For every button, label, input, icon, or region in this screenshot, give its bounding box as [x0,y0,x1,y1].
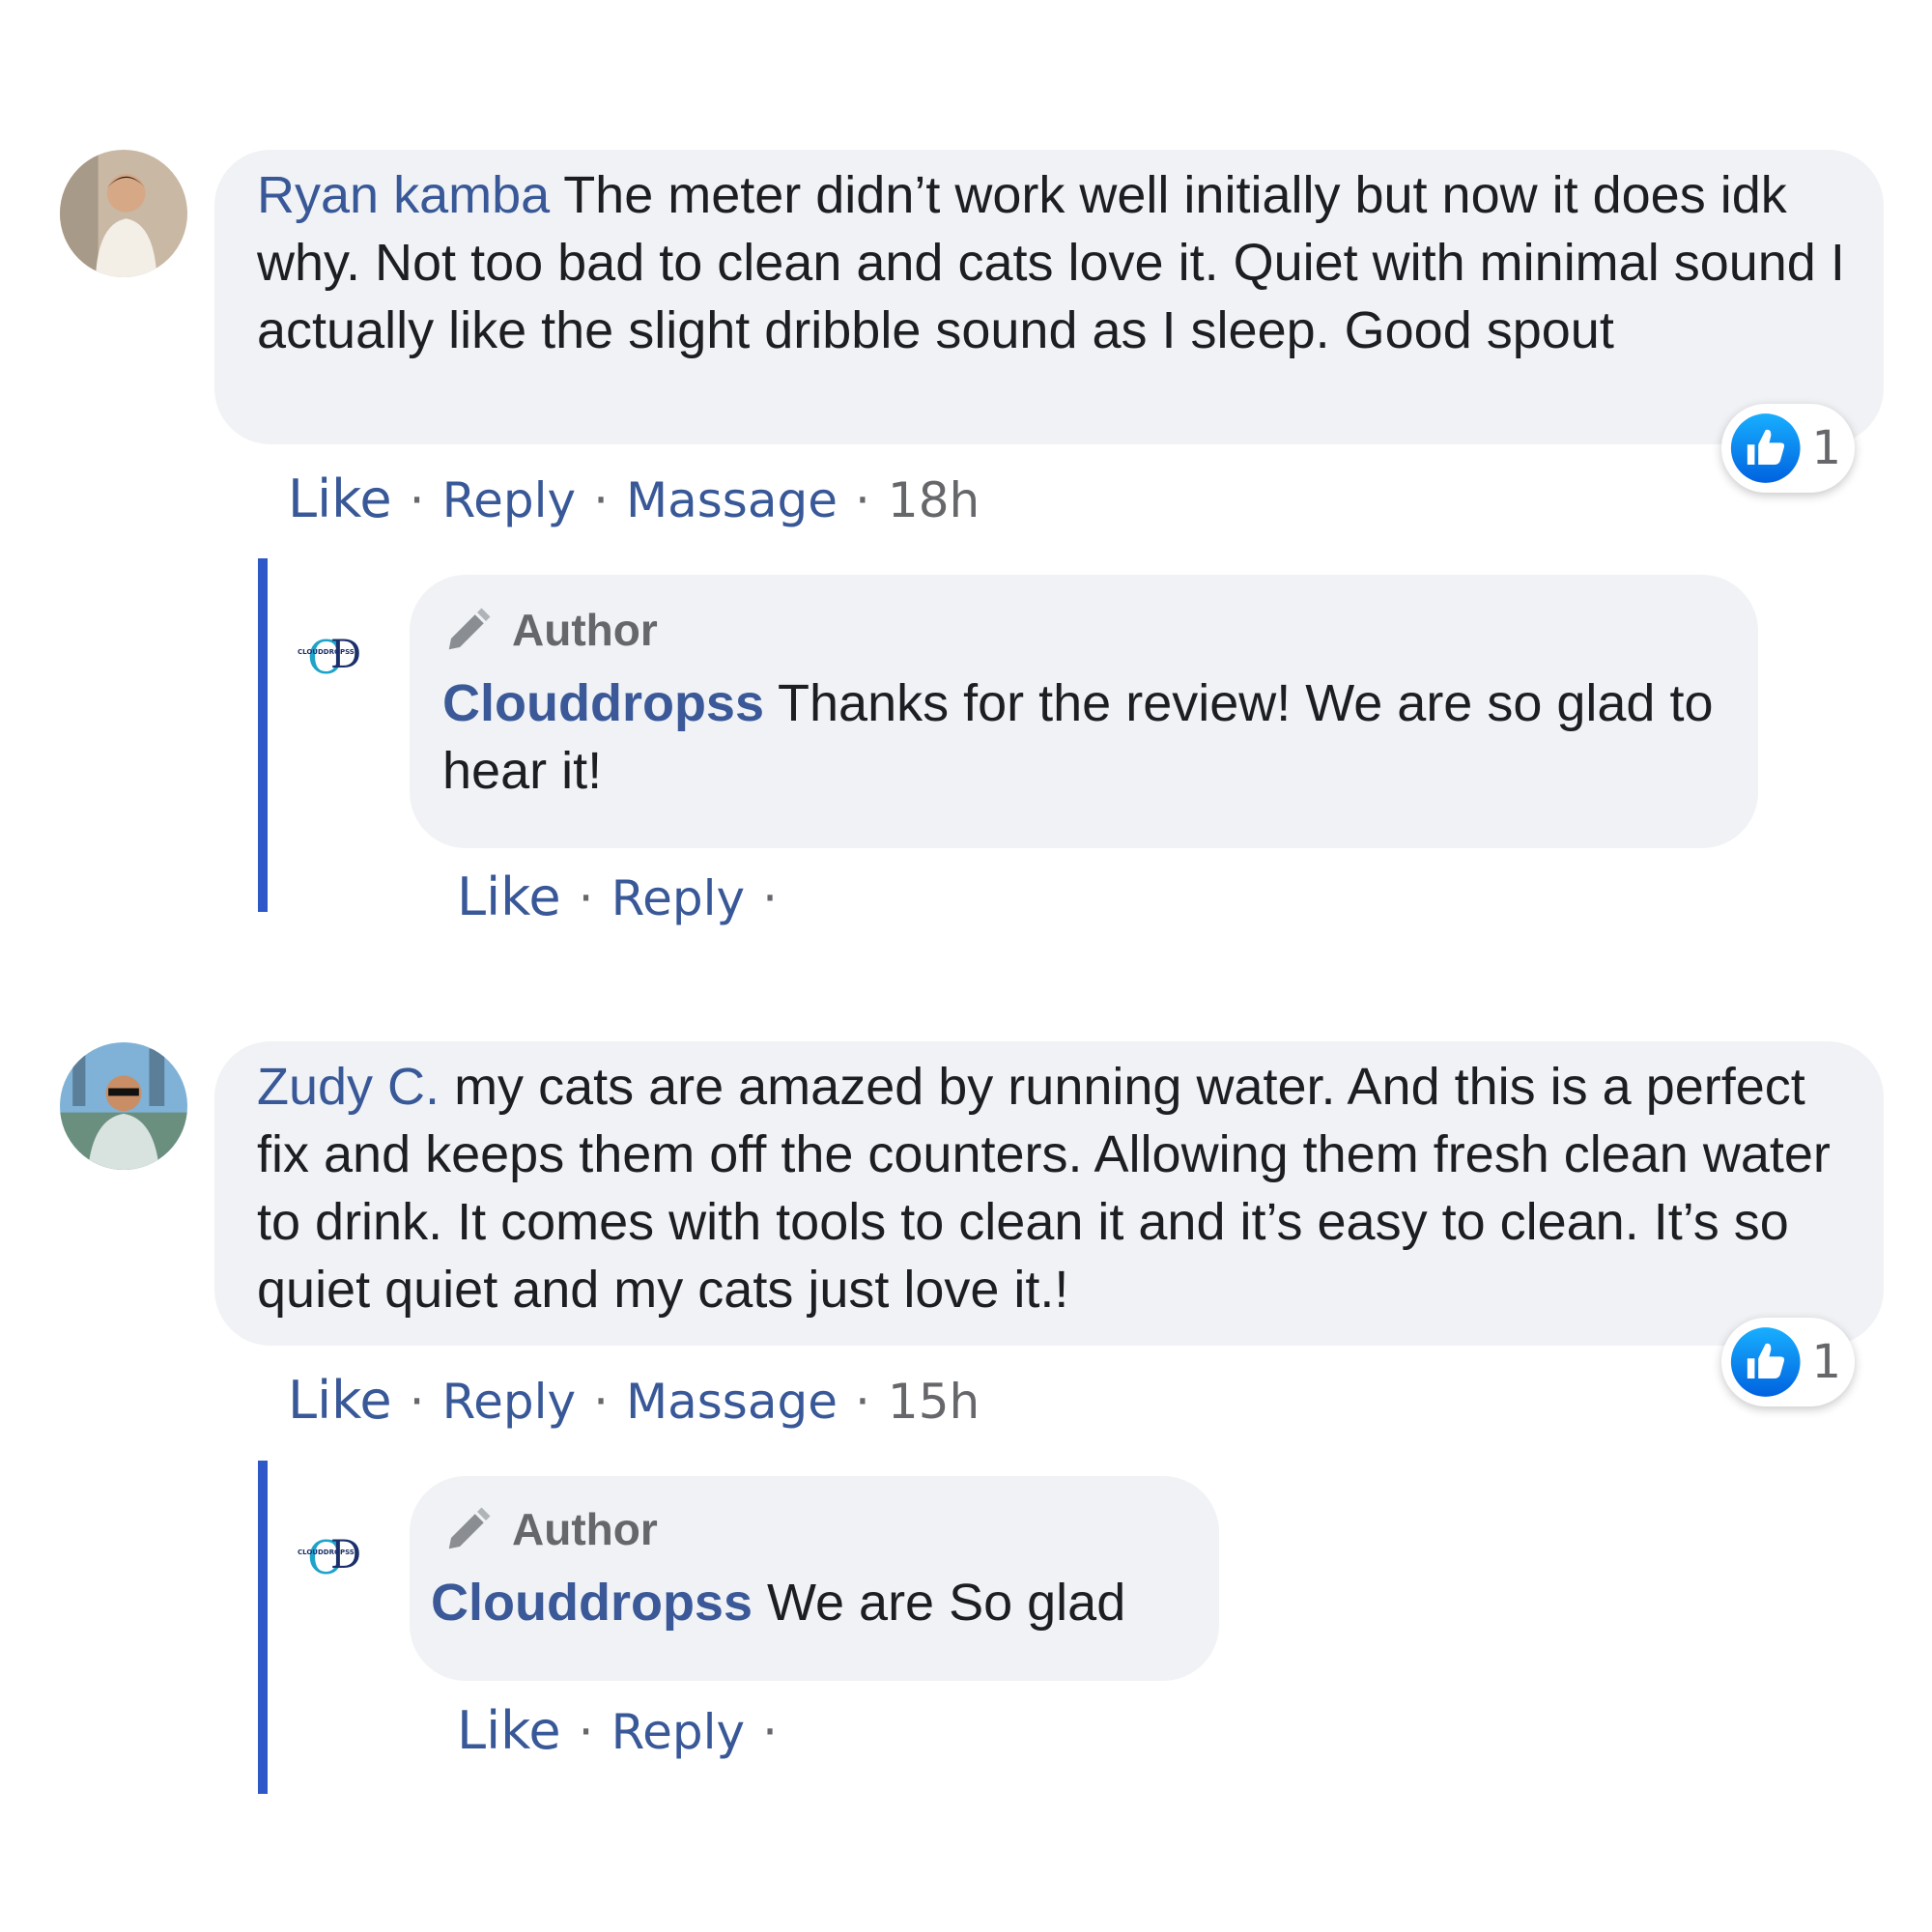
reply-like-link[interactable]: Like [457,867,561,927]
reply-actions: Like · Reply · [457,867,778,927]
reaction-badge[interactable]: 1 [1721,1318,1855,1406]
reaction-badge[interactable]: 1 [1721,404,1855,493]
reply-reply-link[interactable]: Reply [611,870,745,926]
clouddropss-logo: C D CLOUDDROPSS [298,613,384,700]
comment-actions: Like · Reply · Massage · 15h [288,1370,980,1431]
avatar-ryan[interactable] [60,150,187,277]
like-reaction-icon [1730,1327,1801,1397]
reply-text: Clouddropss Thanks for the review! We ar… [442,669,1729,805]
author-badge-label: Author [512,1504,658,1554]
reply-text: Clouddropss We are So glad [431,1569,1190,1636]
comment-text: Ryan kamba The meter didn’t work well in… [257,161,1855,364]
reply-actions: Like · Reply · [457,1700,778,1761]
reply-bubble: Author Clouddropss We are So glad [410,1476,1219,1681]
reply-thread-line [258,1461,268,1794]
avatar-zudy[interactable] [60,1042,187,1170]
commenter-name[interactable]: Ryan kamba [257,166,550,224]
message-link[interactable]: Massage [626,1374,838,1430]
author-badge: Author [442,1503,1190,1555]
timestamp[interactable]: 18h [888,472,980,528]
reply-body: We are So glad [767,1574,1126,1632]
svg-text:CLOUDDROPSS: CLOUDDROPSS [298,648,355,656]
like-reaction-icon [1730,413,1801,483]
reaction-count: 1 [1811,421,1841,475]
comment-actions: Like · Reply · Massage · 18h [288,469,980,529]
like-link[interactable]: Like [288,1370,392,1431]
reply-author-name[interactable]: Clouddropss [431,1574,753,1632]
reply-reply-link[interactable]: Reply [611,1704,745,1760]
reply-bubble: Author Clouddropss Thanks for the review… [410,575,1758,848]
commenter-name[interactable]: Zudy C. [257,1058,440,1116]
pencil-icon [448,1507,491,1549]
clouddropss-logo: C D CLOUDDROPSS [298,1514,384,1601]
svg-text:CLOUDDROPSS: CLOUDDROPSS [298,1548,355,1556]
reply-link[interactable]: Reply [442,472,576,528]
reply-thread-line [258,558,268,912]
comment-bubble: Zudy C. my cats are amazed by running wa… [214,1041,1884,1346]
pencil-icon [448,608,491,650]
reply-author-name[interactable]: Clouddropss [442,674,764,732]
author-badge-label: Author [512,605,658,655]
reply-link[interactable]: Reply [442,1374,576,1430]
comment-body: my cats are amazed by running water. And… [257,1058,1831,1319]
reply-like-link[interactable]: Like [457,1700,561,1761]
author-badge: Author [442,604,1729,656]
comment-text: Zudy C. my cats are amazed by running wa… [257,1053,1855,1323]
timestamp[interactable]: 15h [888,1374,980,1430]
like-link[interactable]: Like [288,469,392,529]
reaction-count: 1 [1811,1335,1841,1389]
comment-bubble: Ryan kamba The meter didn’t work well in… [214,150,1884,444]
message-link[interactable]: Massage [626,472,838,528]
